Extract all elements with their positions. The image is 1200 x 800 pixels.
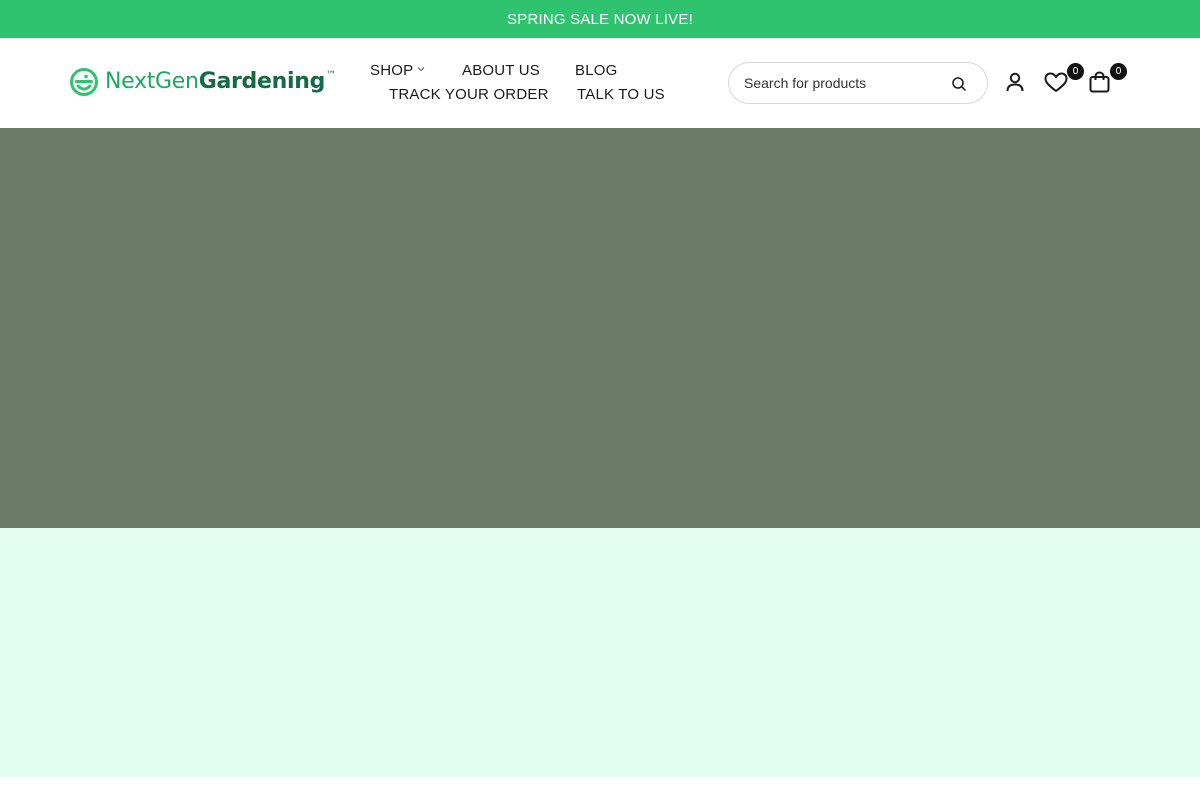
heart-icon[interactable] [1044,72,1068,93]
wishlist-count-badge: 0 [1067,63,1084,80]
nav-blog[interactable]: BLOG [575,62,617,80]
site-header: NextGenGardening™ SHOP ABOUT US BLOG TRA… [0,38,1200,128]
nav-shop-label: SHOP [370,62,414,79]
hero-banner [0,128,1200,528]
logo-mark-icon [70,68,98,96]
announcement-text: SPRING SALE NOW LIVE! [507,10,693,28]
search-input[interactable] [744,63,944,103]
site-logo[interactable]: NextGenGardening™ [69,67,336,97]
content-section [0,528,1200,777]
chevron-down-icon [417,67,425,72]
nav-talk-to-us[interactable]: TALK TO US [577,86,665,104]
search-icon[interactable] [951,76,967,92]
logo-text-light: NextGen [105,69,199,94]
nav-track-order[interactable]: TRACK YOUR ORDER [389,86,549,104]
logo-wordmark: NextGenGardening™ [105,67,336,97]
announcement-bar: SPRING SALE NOW LIVE! [0,0,1200,38]
search-bar [728,62,988,104]
logo-trademark: ™ [326,70,336,81]
nav-about-us[interactable]: ABOUT US [462,62,540,80]
user-icon[interactable] [1004,71,1026,93]
cart-count-badge: 0 [1110,63,1127,80]
logo-text-bold: Gardening [198,69,326,94]
nav-shop[interactable]: SHOP [370,62,425,80]
shopping-bag-icon[interactable] [1089,71,1110,93]
